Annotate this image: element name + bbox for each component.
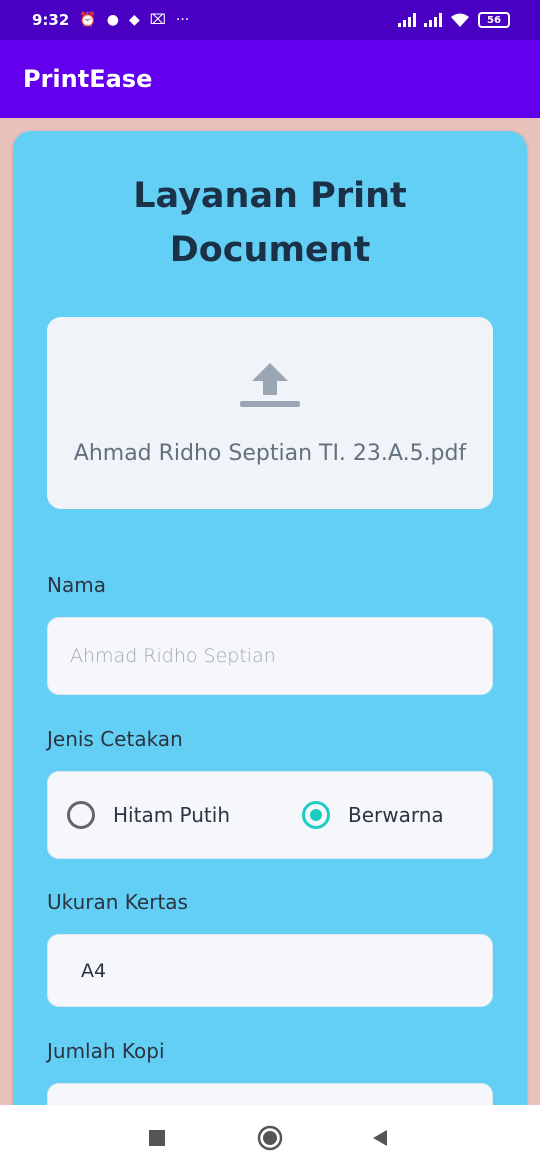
radio-hitam-putih-circle[interactable] <box>67 801 95 829</box>
recents-button[interactable] <box>148 1129 166 1147</box>
clock: 9:32 <box>32 11 70 29</box>
page-title-line1: Layanan Print <box>133 176 407 216</box>
upload-icon <box>240 363 300 407</box>
upload-area[interactable]: Ahmad Ridho Septian TI. 23.A.5.pdf <box>47 317 493 509</box>
radio-hitam-putih-label: Hitam Putih <box>113 803 230 827</box>
jenis-cetakan-label: Jenis Cetakan <box>47 727 183 751</box>
status-bar: 9:32 ⏰ ● ◆ ⌧ ··· 56 <box>0 0 540 40</box>
chat-icon: ● <box>106 12 119 28</box>
ukuran-kertas-value: A4 <box>81 959 107 982</box>
uploaded-file-name: Ahmad Ridho Septian TI. 23.A.5.pdf <box>73 441 467 466</box>
more-icon: ··· <box>175 12 190 28</box>
app-bar: PrintEase <box>0 40 540 118</box>
status-left: 9:32 ⏰ ● ◆ ⌧ ··· <box>32 11 189 29</box>
battery-icon: 56 <box>478 12 510 28</box>
signal-icon-2 <box>424 13 442 27</box>
home-button[interactable] <box>257 1125 283 1151</box>
alarm-icon: ⏰ <box>79 12 97 28</box>
nama-input[interactable]: Ahmad Ridho Septian <box>47 617 493 695</box>
status-right: 56 <box>398 12 510 28</box>
nama-placeholder: Ahmad Ridho Septian <box>70 645 276 667</box>
jenis-cetakan-radio-group: Hitam Putih Berwarna <box>47 771 493 859</box>
radio-berwarna-circle[interactable] <box>302 801 330 829</box>
nama-label: Nama <box>47 573 106 597</box>
app-title: PrintEase <box>23 65 153 93</box>
jumlah-kopi-label: Jumlah Kopi <box>47 1039 165 1063</box>
page-title: Layanan Print Document <box>13 169 527 277</box>
ukuran-kertas-label: Ukuran Kertas <box>47 890 188 914</box>
capcut-icon: ⌧ <box>149 12 166 28</box>
dropbox-icon: ◆ <box>128 12 140 28</box>
signal-icon <box>398 13 416 27</box>
wifi-icon <box>451 13 469 27</box>
radio-hitam-putih[interactable]: Hitam Putih <box>67 801 230 829</box>
navigation-bar <box>0 1105 540 1170</box>
ukuran-kertas-select[interactable]: A4 <box>47 934 493 1007</box>
radio-berwarna-label: Berwarna <box>348 803 444 827</box>
page-title-line2: Document <box>169 230 371 270</box>
back-button[interactable] <box>371 1128 389 1148</box>
radio-berwarna[interactable]: Berwarna <box>302 801 444 829</box>
form-card: Layanan Print Document Ahmad Ridho Septi… <box>13 131 527 1143</box>
